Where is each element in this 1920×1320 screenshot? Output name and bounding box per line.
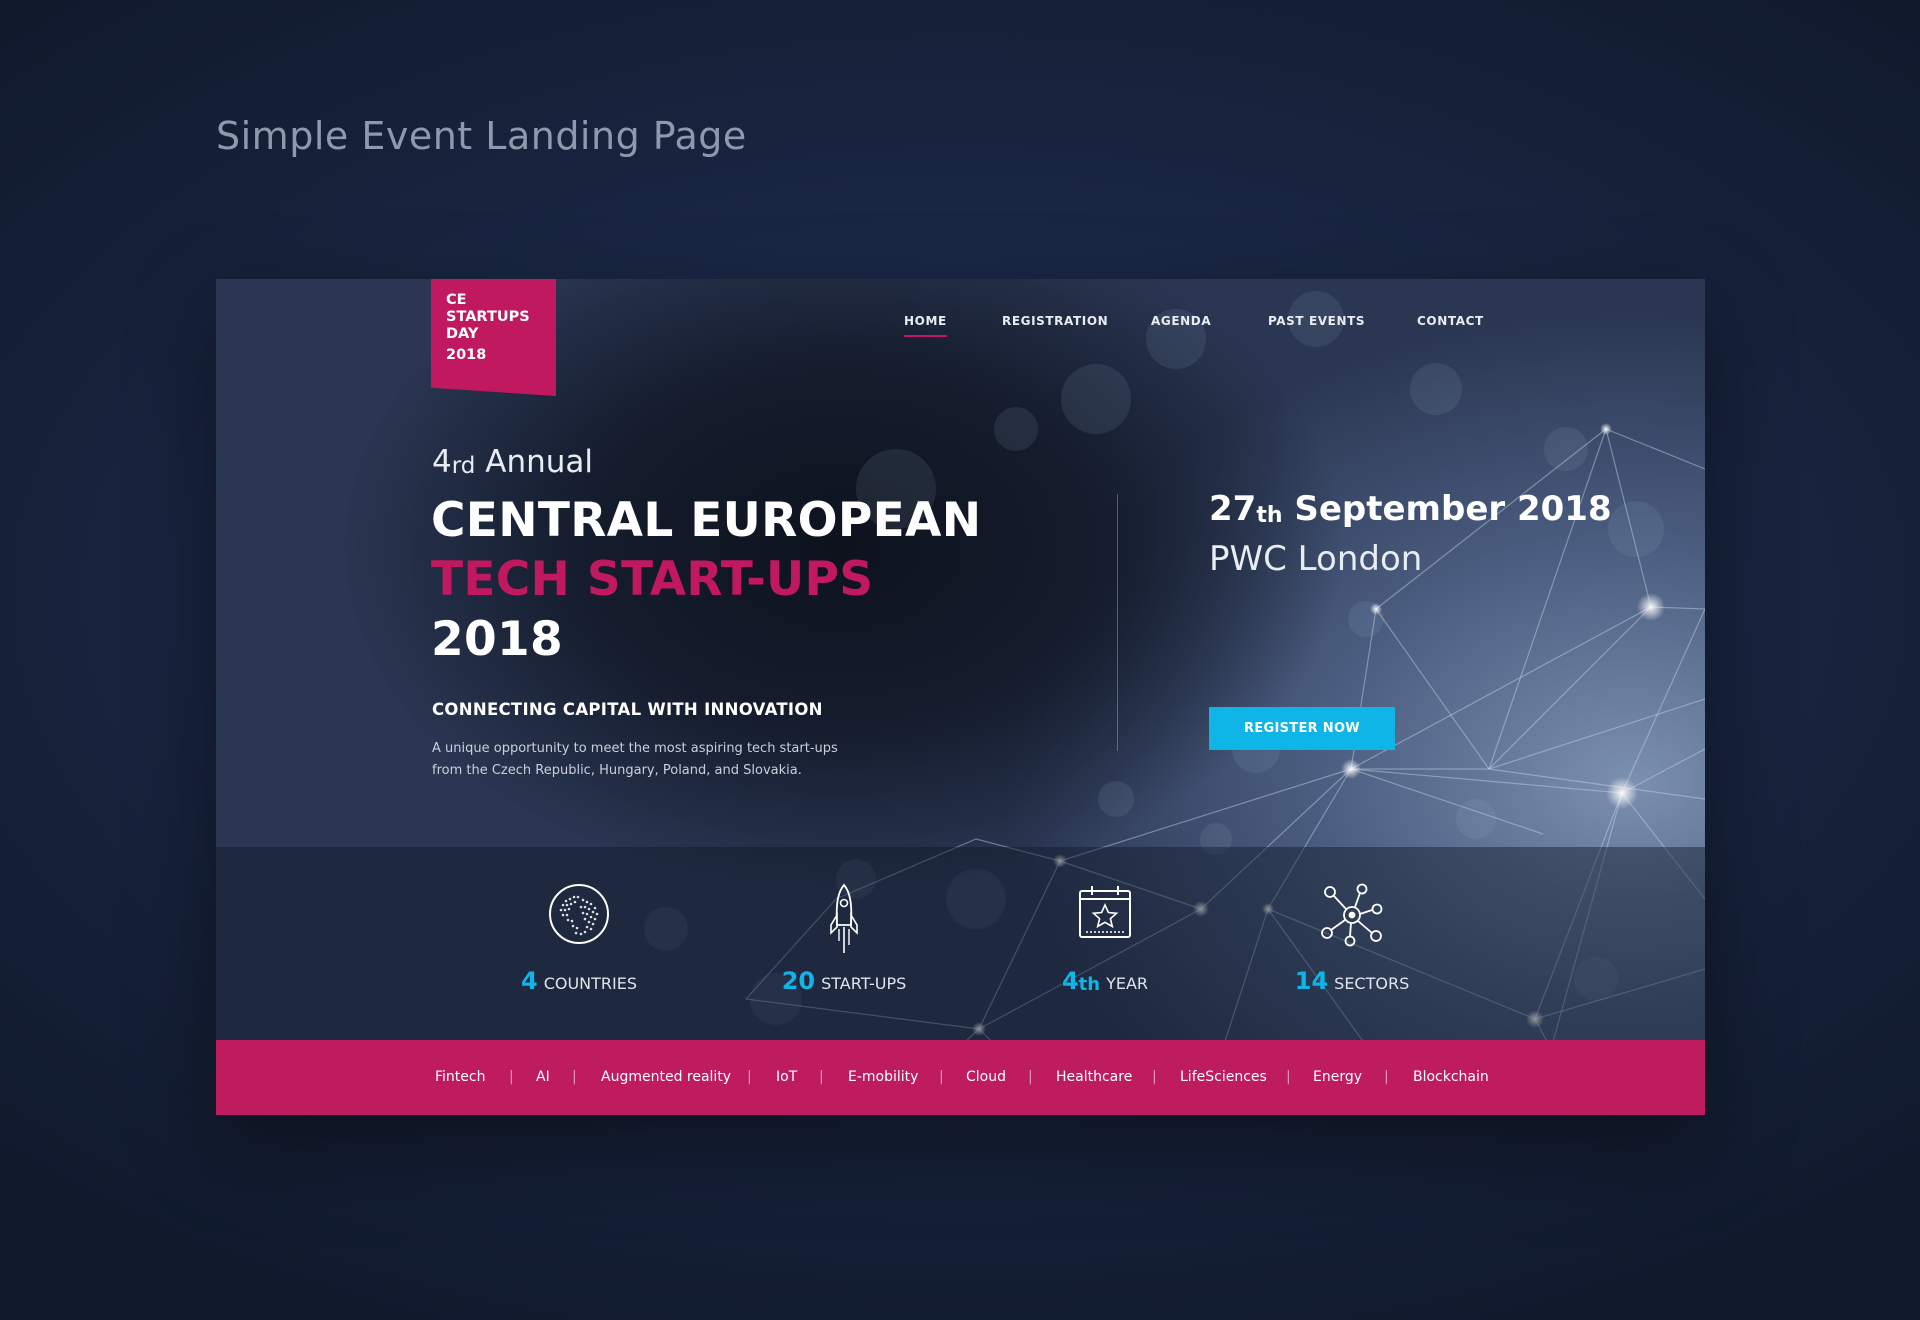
stat-countries-number: 4 bbox=[520, 967, 538, 995]
stat-year-label: YEAR bbox=[1106, 974, 1149, 993]
sector-separator: | bbox=[572, 1069, 577, 1085]
globe-icon bbox=[479, 883, 679, 953]
sector-blockchain[interactable]: Blockchain bbox=[1413, 1069, 1489, 1085]
logo-line-1: CE bbox=[446, 292, 467, 308]
rocket-icon bbox=[744, 883, 944, 953]
nav-contact[interactable]: CONTACT bbox=[1417, 314, 1484, 328]
sector-ai[interactable]: AI bbox=[536, 1069, 550, 1085]
annual-suffix: rd bbox=[451, 453, 476, 479]
sector-separator: | bbox=[509, 1069, 514, 1085]
stat-sectors: 14 SECTORS bbox=[1252, 883, 1452, 995]
sector-augmented-reality[interactable]: Augmented reality bbox=[601, 1069, 731, 1085]
hero-tagline: CONNECTING CAPITAL WITH INNOVATION bbox=[432, 700, 823, 719]
sector-separator: | bbox=[939, 1069, 944, 1085]
sector-fintech[interactable]: Fintech bbox=[435, 1069, 485, 1085]
main-navigation: HOME REGISTRATION AGENDA PAST EVENTS CON… bbox=[216, 314, 1705, 337]
description-line-1: A unique opportunity to meet the most as… bbox=[432, 741, 838, 756]
page-title: Simple Event Landing Page bbox=[216, 114, 747, 158]
nav-registration[interactable]: REGISTRATION bbox=[1002, 314, 1108, 328]
event-day: 27 bbox=[1209, 489, 1257, 529]
hero-title-year: 2018 bbox=[431, 612, 564, 667]
stat-countries-label: COUNTRIES bbox=[543, 974, 638, 993]
stat-year-suffix: th bbox=[1078, 974, 1101, 995]
sector-energy[interactable]: Energy bbox=[1313, 1069, 1362, 1085]
event-date: 27th September 2018 bbox=[1209, 489, 1612, 529]
sector-e-mobility[interactable]: E-mobility bbox=[848, 1069, 918, 1085]
register-now-button[interactable]: REGISTER NOW bbox=[1209, 707, 1395, 750]
hero-title-line-2: TECH START-UPS bbox=[431, 552, 874, 607]
hero-description: A unique opportunity to meet the most as… bbox=[432, 738, 852, 782]
nav-agenda[interactable]: AGENDA bbox=[1151, 314, 1211, 328]
annual-word: Annual bbox=[485, 444, 594, 480]
event-day-suffix: th bbox=[1256, 503, 1283, 528]
sector-cloud[interactable]: Cloud bbox=[966, 1069, 1006, 1085]
event-venue: PWC London bbox=[1209, 539, 1423, 579]
nav-past-events[interactable]: PAST EVENTS bbox=[1268, 314, 1365, 328]
sector-separator: | bbox=[1152, 1069, 1157, 1085]
landing-page-mockup: CE STARTUPS DAY 2018 HOME REGISTRATION A… bbox=[216, 279, 1705, 1115]
sector-iot[interactable]: IoT bbox=[776, 1069, 797, 1085]
stats-band: 4 COUNTRIES 20 START-UPS 4th YEAR 14 SEC… bbox=[216, 847, 1705, 1040]
logo-year: 2018 bbox=[446, 347, 487, 363]
stat-sectors-number: 14 bbox=[1294, 967, 1329, 995]
description-line-2: from the Czech Republic, Hungary, Poland… bbox=[432, 763, 802, 778]
sector-separator: | bbox=[819, 1069, 824, 1085]
sectors-list: Fintech | AI | Augmented reality | IoT |… bbox=[216, 1040, 1705, 1115]
stat-countries: 4 COUNTRIES bbox=[479, 883, 679, 995]
sectors-bar: Fintech | AI | Augmented reality | IoT |… bbox=[216, 1040, 1705, 1115]
stat-startups-label: START-UPS bbox=[821, 974, 907, 993]
stat-sectors-label: SECTORS bbox=[1334, 974, 1410, 993]
network-icon bbox=[1252, 883, 1452, 953]
sector-healthcare[interactable]: Healthcare bbox=[1056, 1069, 1132, 1085]
sector-lifesciences[interactable]: LifeSciences bbox=[1180, 1069, 1267, 1085]
event-logo[interactable]: CE STARTUPS DAY 2018 bbox=[431, 279, 556, 396]
stat-year: 4th YEAR bbox=[1005, 883, 1205, 995]
sector-separator: | bbox=[1286, 1069, 1291, 1085]
stat-startups-number: 20 bbox=[781, 967, 816, 995]
hero-title-line-1: CENTRAL EUROPEAN bbox=[431, 493, 982, 548]
event-month-year: September 2018 bbox=[1294, 489, 1612, 529]
annual-number: 4 bbox=[432, 444, 452, 480]
hero-annual: 4rd Annual bbox=[432, 444, 593, 480]
hero-divider bbox=[1117, 494, 1118, 751]
sector-separator: | bbox=[1028, 1069, 1033, 1085]
sector-separator: | bbox=[747, 1069, 752, 1085]
stat-year-number: 4th bbox=[1062, 967, 1100, 995]
sector-separator: | bbox=[1384, 1069, 1389, 1085]
calendar-star-icon bbox=[1005, 883, 1205, 953]
stat-year-digit: 4 bbox=[1061, 967, 1079, 995]
stat-startups: 20 START-UPS bbox=[744, 883, 944, 995]
nav-home[interactable]: HOME bbox=[904, 314, 947, 337]
